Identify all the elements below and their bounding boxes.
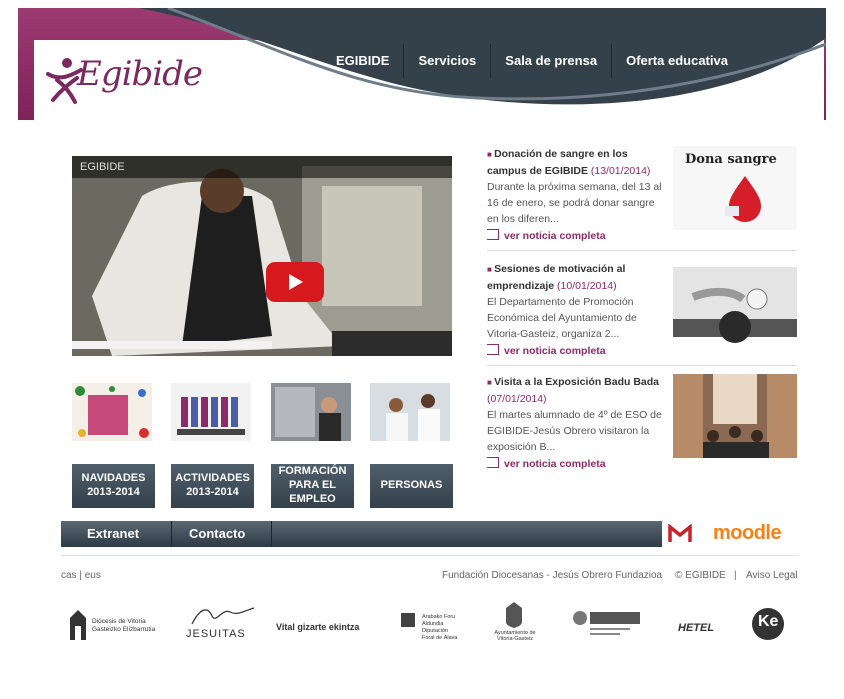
moodle-logo[interactable]: moodle (713, 522, 782, 545)
news-item: Sesiones de motivación al emprendizaje (… (487, 261, 667, 359)
news-divider (487, 250, 797, 251)
partner-hetel[interactable]: HETEL (672, 600, 724, 650)
video-player[interactable]: EGIBIDE (72, 156, 452, 356)
news-title[interactable]: Visita a la Exposición Badu Bada (487, 376, 659, 388)
araba-crest-icon (401, 613, 415, 627)
main-nav: EGIBIDE Servicios Sala de prensa Oferta … (322, 44, 742, 78)
bottom-nav-bar: Extranet Contacto moodle (61, 521, 798, 547)
copyright-text: © EGIBIDE (675, 570, 726, 581)
video-title-bar: EGIBIDE (72, 156, 452, 178)
tile-personas[interactable]: PERSONAS (370, 464, 453, 508)
kualitate-logo-icon (573, 611, 640, 635)
partner-label: Arabako Foru Aldundia Diputación Foral d… (422, 614, 458, 641)
partner-label: Ke (758, 613, 779, 630)
contacto-link[interactable]: Contacto (189, 526, 245, 541)
partner-jesuitas[interactable]: JESUITAS (186, 600, 262, 650)
church-icon (70, 610, 86, 640)
read-more-label: ver noticia completa (504, 230, 606, 242)
thumbnail-personas[interactable] (370, 383, 450, 441)
tile-actividades[interactable]: ACTIVIDADES 2013-2014 (171, 464, 254, 508)
footer-divider (61, 555, 798, 556)
nav-item-sala-de-prensa[interactable]: Sala de prensa (491, 44, 613, 78)
partner-label: JESUITAS (186, 628, 246, 640)
gmail-icon[interactable] (668, 524, 692, 544)
extranet-link[interactable]: Extranet (87, 526, 139, 541)
thumbnail-navidades[interactable] (72, 383, 152, 441)
partner-vital[interactable]: Vital gizarte ekintza (276, 600, 372, 650)
read-more-label: ver noticia completa (504, 345, 606, 357)
read-more-link[interactable]: ver noticia completa (487, 456, 667, 472)
partner-label: Ayuntamiento de Vitoria-Gasteiz (494, 630, 536, 642)
footer-separator: | (734, 570, 737, 581)
news-date: (13/01/2014) (590, 165, 651, 177)
partner-label: Diócesis de Vitoria Gasteizko Elizbarrut… (92, 618, 156, 633)
tile-formacion[interactable]: FORMACIÓN PARA EL EMPLEO (271, 464, 354, 508)
partner-ayuntamiento[interactable]: Ayuntamiento de Vitoria-Gasteiz (494, 600, 536, 650)
blood-drop-icon (725, 176, 761, 222)
partner-kualitate[interactable] (572, 600, 642, 650)
arrow-icon (487, 457, 499, 468)
jesuitas-signature-icon (191, 607, 255, 625)
news-date: (10/01/2014) (557, 280, 617, 292)
play-button[interactable] (266, 262, 324, 302)
news-image-dona-sangre[interactable]: Dona sangre (673, 146, 797, 230)
video-channel-label: EGIBIDE (80, 161, 125, 173)
news-body: Durante la próxima semana, del 13 al 16 … (487, 181, 662, 225)
arrow-icon (487, 344, 499, 355)
thumbnail-formacion[interactable] (271, 383, 351, 441)
news-item: Donación de sangre en los campus de EGIB… (487, 146, 667, 244)
news-date: (07/01/2014) (487, 393, 547, 405)
news-body: El Departamento de Promoción Económica d… (487, 296, 637, 340)
bar-divider (171, 521, 172, 547)
aviso-legal-link[interactable]: Aviso Legal (746, 570, 798, 581)
news-image-emprendizaje[interactable] (673, 260, 797, 344)
nav-item-egibide[interactable]: EGIBIDE (322, 44, 405, 78)
bar-divider (271, 521, 272, 547)
fundacion-link[interactable]: Fundación Diocesanas - Jesús Obrero Fund… (442, 570, 662, 581)
thumbnail-actividades[interactable] (171, 383, 251, 441)
news-image-badu-bada[interactable] (673, 374, 797, 458)
language-switch[interactable]: cas | eus (61, 570, 101, 581)
news-body: El martes alumnado de 4º de ESO de EGIBI… (487, 409, 662, 453)
nav-item-servicios[interactable]: Servicios (404, 44, 492, 78)
news-divider (487, 365, 797, 366)
read-more-link[interactable]: ver noticia completa (487, 343, 667, 359)
tile-navidades[interactable]: NAVIDADES 2013-2014 (72, 464, 155, 508)
partner-diocesis[interactable]: Diócesis de Vitoria Gasteizko Elizbarrut… (68, 600, 158, 650)
ayuntamiento-crest-icon (506, 602, 522, 628)
news-item: Visita a la Exposición Badu Bada (07/01/… (487, 374, 667, 472)
partner-araba[interactable]: Arabako Foru Aldundia Diputación Foral d… (396, 600, 460, 650)
arrow-icon (487, 229, 499, 240)
partner-label: HETEL (678, 622, 715, 634)
nav-item-oferta-educativa[interactable]: Oferta educativa (612, 44, 742, 78)
read-more-label: ver noticia completa (504, 458, 606, 470)
read-more-link[interactable]: ver noticia completa (487, 228, 667, 244)
logo-text: Egibide (77, 54, 203, 94)
video-frame-image (72, 156, 452, 356)
egibide-logo[interactable]: Egibide (45, 50, 205, 110)
partner-label: Vital gizarte ekintza (276, 622, 360, 632)
partner-ke[interactable]: Ke (748, 600, 788, 650)
